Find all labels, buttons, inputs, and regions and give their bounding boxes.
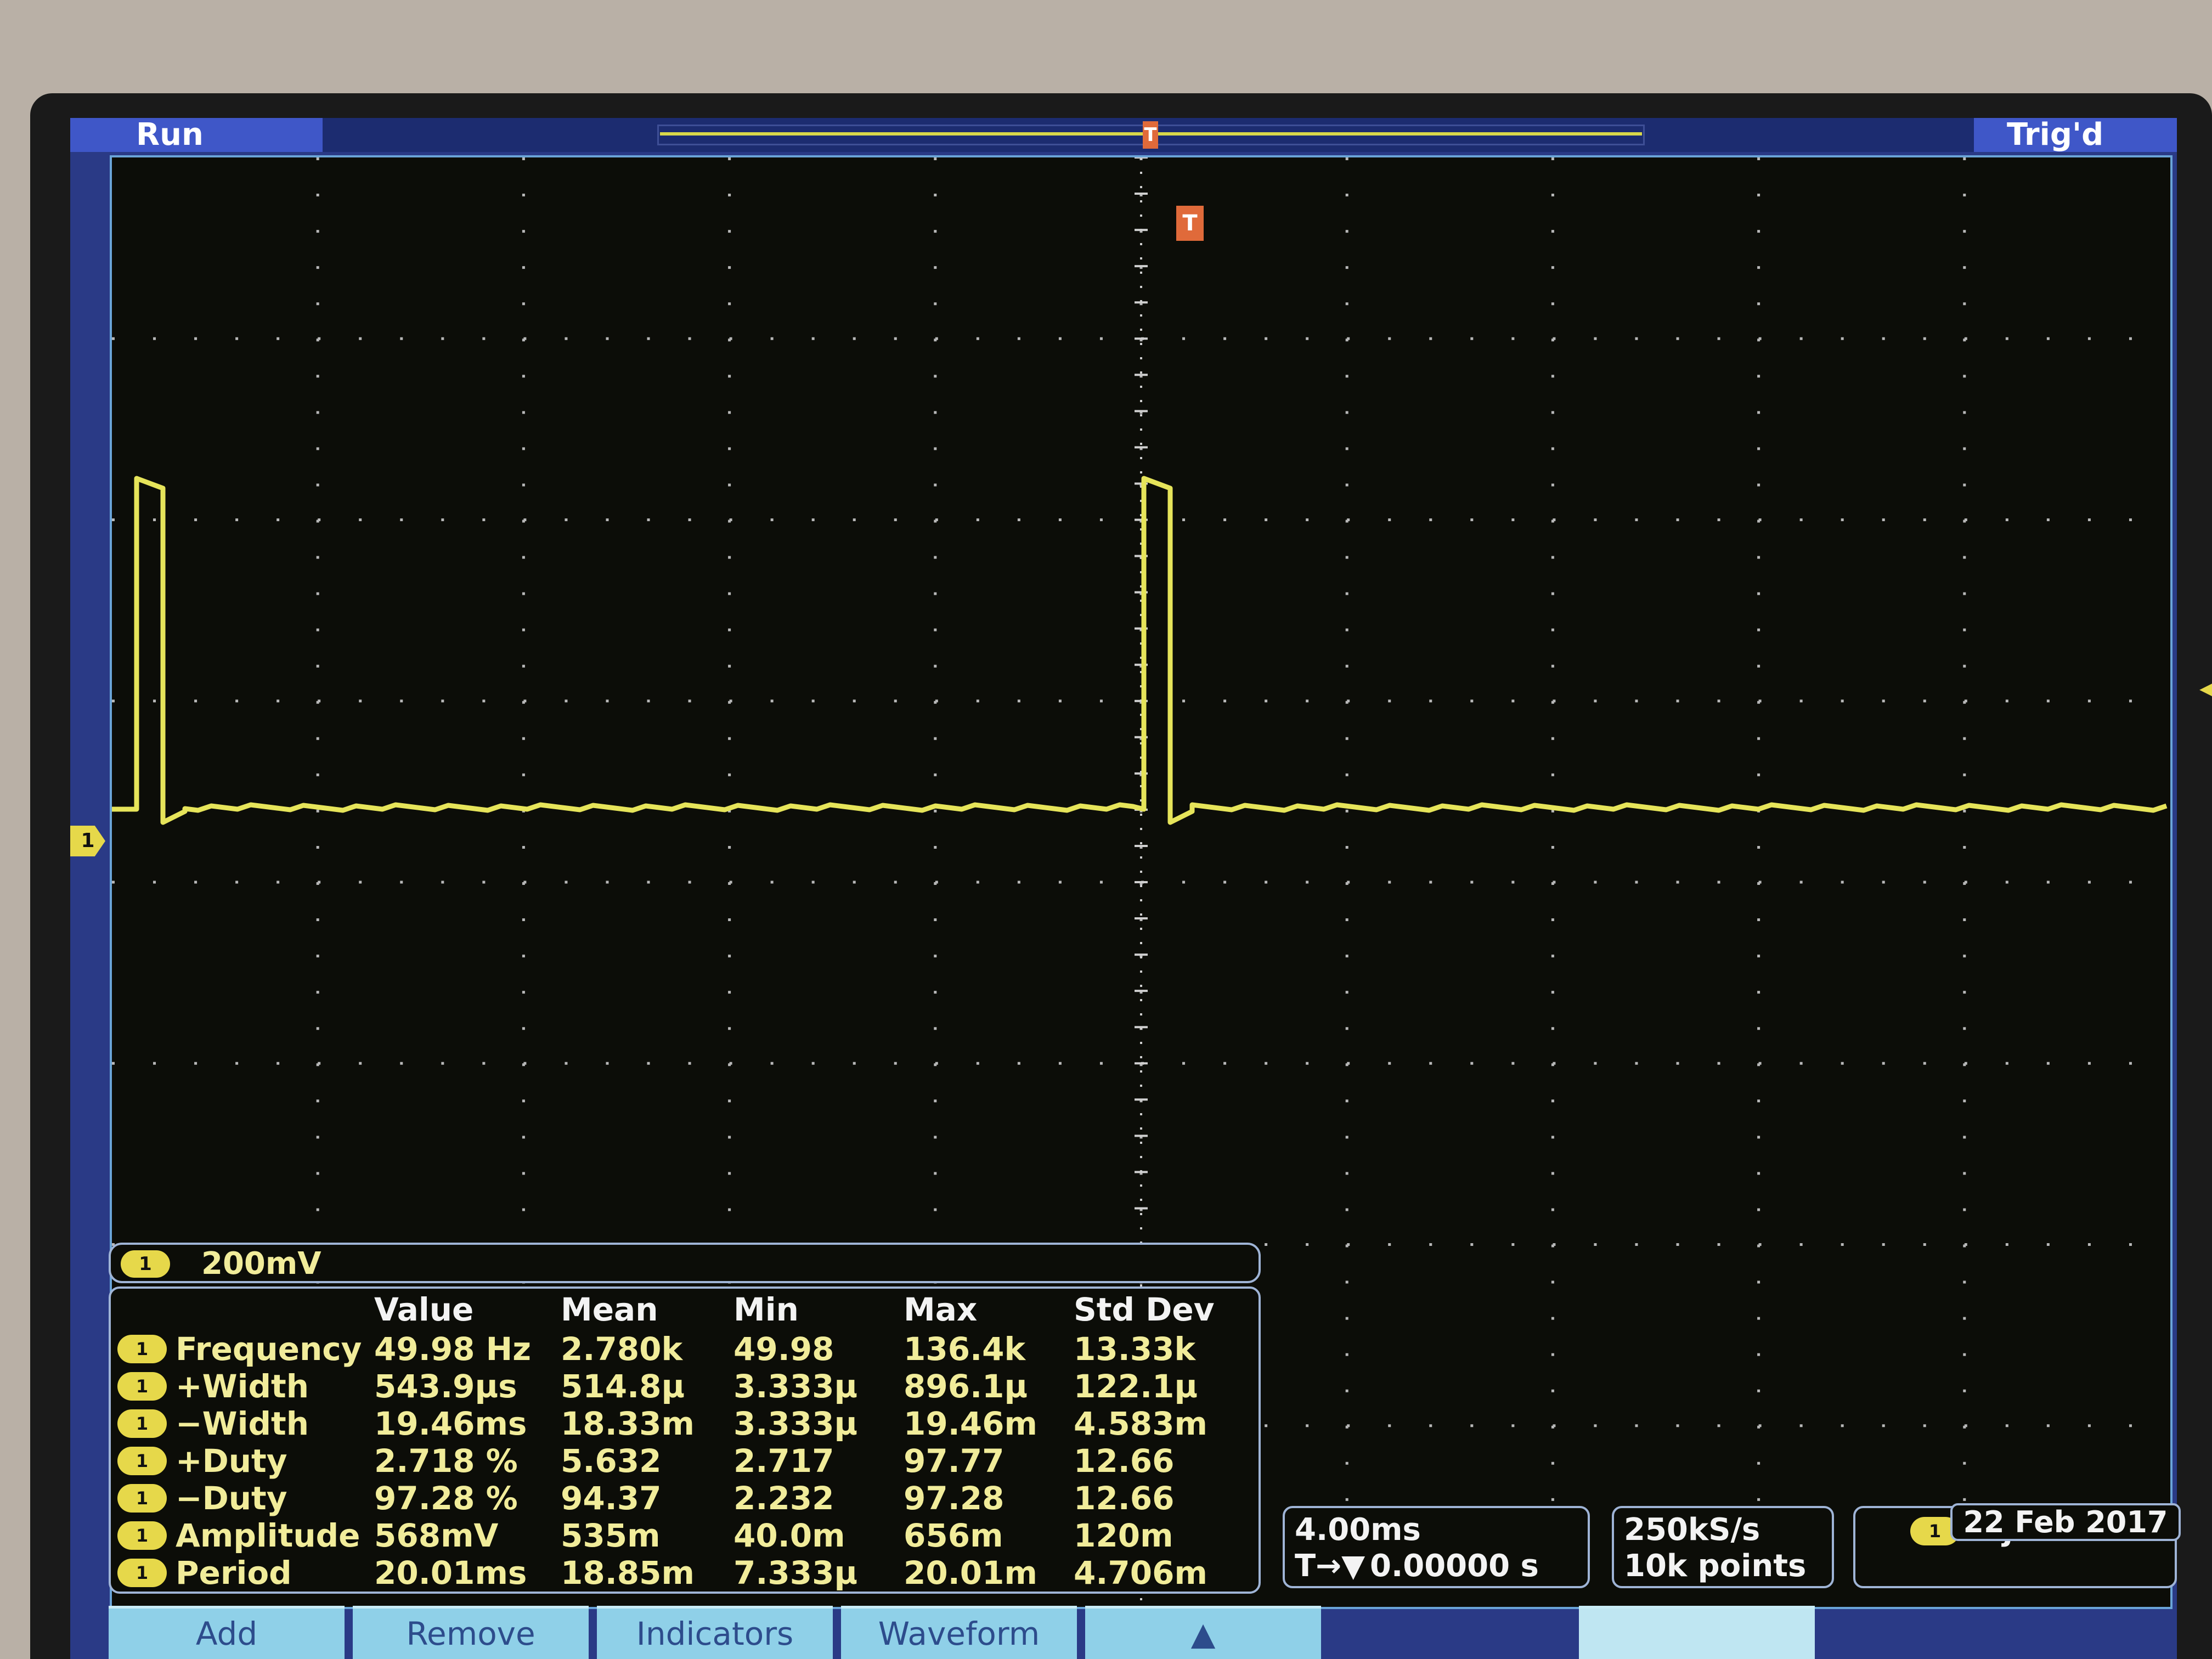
measurement-mean: 514.8µ bbox=[561, 1368, 685, 1405]
measurement-value: 2.718 % bbox=[374, 1442, 518, 1480]
measurement-source-badge: 1 bbox=[117, 1484, 167, 1513]
measurement-min: 40.0m bbox=[733, 1517, 845, 1554]
measurement-name: Frequency bbox=[176, 1330, 362, 1368]
channel-scale-readout[interactable]: 1 200mV bbox=[109, 1243, 1261, 1283]
trigger-marker-icon: T bbox=[1176, 206, 1204, 241]
measurement-std: 12.66 bbox=[1074, 1442, 1175, 1480]
date-readout: 22 Feb 2017 bbox=[1950, 1503, 2181, 1541]
measurement-min: 49.98 bbox=[733, 1330, 834, 1368]
measurement-source-badge: 1 bbox=[117, 1559, 167, 1587]
header-std-dev: Std Dev bbox=[1074, 1291, 1215, 1328]
trigger-position-icon: T bbox=[1143, 121, 1158, 149]
measurement-min: 2.717 bbox=[733, 1442, 834, 1480]
measurement-mean: 2.780k bbox=[561, 1330, 683, 1368]
measurement-name: Amplitude bbox=[176, 1517, 360, 1554]
measurement-name: Period bbox=[176, 1554, 292, 1592]
measurement-std: 120m bbox=[1074, 1517, 1173, 1554]
measurement-mean: 18.85m bbox=[561, 1554, 695, 1592]
measurement-max: 136.4k bbox=[904, 1330, 1026, 1368]
status-bar: Run T Trig'd bbox=[70, 118, 2177, 152]
measurement-value: 49.98 Hz bbox=[374, 1330, 531, 1368]
run-status: Run bbox=[70, 118, 323, 152]
measurement-std: 12.66 bbox=[1074, 1480, 1175, 1517]
header-mean: Mean bbox=[561, 1291, 658, 1328]
measurement-std: 4.583m bbox=[1074, 1405, 1207, 1442]
trigger-delay-icon: T→▼ bbox=[1295, 1548, 1365, 1584]
more-button[interactable]: ▲ bbox=[1085, 1606, 1321, 1659]
measurement-min: 3.333µ bbox=[733, 1368, 858, 1405]
measurement-max: 20.01m bbox=[904, 1554, 1037, 1592]
waveform-button[interactable]: Waveform bbox=[841, 1606, 1077, 1659]
measurement-value: 568mV bbox=[374, 1517, 499, 1554]
indicators-button[interactable]: Indicators bbox=[597, 1606, 833, 1659]
remove-button[interactable]: Remove bbox=[353, 1606, 589, 1659]
blank-menu-button[interactable] bbox=[1579, 1606, 1815, 1659]
acquisition-readout[interactable]: 250kS/s 10k points bbox=[1612, 1506, 1834, 1588]
measurement-min: 2.232 bbox=[733, 1480, 834, 1517]
header-max: Max bbox=[904, 1291, 978, 1328]
measurement-source-badge: 1 bbox=[117, 1335, 167, 1363]
channel-1-badge: 1 bbox=[121, 1250, 170, 1278]
measurement-value: 20.01ms bbox=[374, 1554, 527, 1592]
timebase-scale: 4.00ms bbox=[1295, 1512, 1421, 1548]
measurement-std: 4.706m bbox=[1074, 1554, 1207, 1592]
channel-1-waveform bbox=[112, 476, 2168, 825]
trigger-level-arrow-icon: ◀ bbox=[2199, 674, 2212, 702]
timebase-readout[interactable]: 4.00ms T→▼ 0.00000 s bbox=[1283, 1506, 1590, 1588]
measurement-source-badge: 1 bbox=[117, 1521, 167, 1550]
header-value: Value bbox=[374, 1291, 474, 1328]
measurement-name: +Width bbox=[176, 1368, 309, 1405]
measurement-source-badge: 1 bbox=[117, 1409, 167, 1438]
measurement-value: 97.28 % bbox=[374, 1480, 518, 1517]
measurement-mean: 5.632 bbox=[561, 1442, 662, 1480]
measurement-min: 7.333µ bbox=[733, 1554, 858, 1592]
measurement-source-badge: 1 bbox=[117, 1372, 167, 1401]
scope-screen: Run T Trig'd T ◀ 1 1 200mV Value Mean Mi… bbox=[70, 118, 2212, 1659]
add-button[interactable]: Add bbox=[109, 1606, 345, 1659]
measurement-max: 97.28 bbox=[904, 1480, 1005, 1517]
channel-1-scale: 200mV bbox=[201, 1246, 321, 1282]
measurement-max: 656m bbox=[904, 1517, 1003, 1554]
record-length: 10k points bbox=[1624, 1548, 1807, 1584]
timebase-delay: 0.00000 s bbox=[1370, 1548, 1539, 1584]
measurement-max: 97.77 bbox=[904, 1442, 1005, 1480]
measurement-name: −Duty bbox=[176, 1480, 287, 1517]
measurement-mean: 535m bbox=[561, 1517, 661, 1554]
chevron-up-icon: ▲ bbox=[1190, 1615, 1216, 1652]
measurement-max: 896.1µ bbox=[904, 1368, 1028, 1405]
header-min: Min bbox=[733, 1291, 799, 1328]
measurement-value: 19.46ms bbox=[374, 1405, 527, 1442]
measurement-min: 3.333µ bbox=[733, 1405, 858, 1442]
measurement-mean: 18.33m bbox=[561, 1405, 695, 1442]
measurement-source-badge: 1 bbox=[117, 1447, 167, 1475]
measurement-std: 122.1µ bbox=[1074, 1368, 1198, 1405]
sample-rate: 250kS/s bbox=[1624, 1512, 1760, 1548]
measurement-mean: 94.37 bbox=[561, 1480, 662, 1517]
measurement-max: 19.46m bbox=[904, 1405, 1037, 1442]
measurement-value: 543.9µs bbox=[374, 1368, 517, 1405]
measurement-std: 13.33k bbox=[1074, 1330, 1196, 1368]
channel-1-ground-marker-icon[interactable]: 1 bbox=[70, 826, 105, 856]
measurement-table: Value Mean Min Max Std Dev 1 Frequency 49.… bbox=[109, 1286, 1261, 1594]
measurement-name: +Duty bbox=[176, 1442, 287, 1480]
trigger-status: Trig'd bbox=[1974, 118, 2177, 152]
measurement-name: −Width bbox=[176, 1405, 309, 1442]
